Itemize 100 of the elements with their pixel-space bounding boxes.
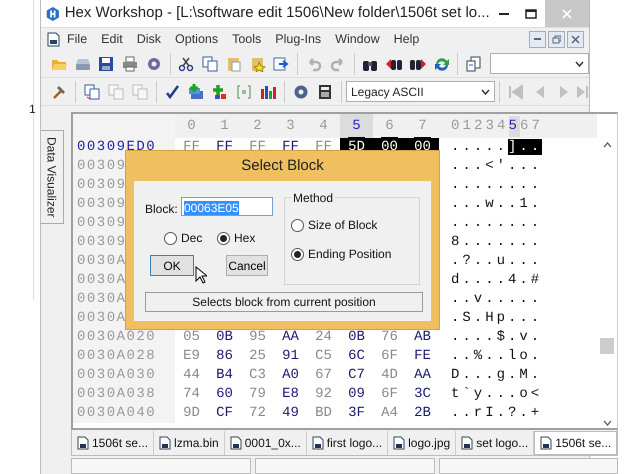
hex-byte: E9: [183, 347, 200, 366]
file-tab[interactable]: logo.jpg: [388, 430, 456, 454]
column-header: 0: [186, 116, 197, 136]
ascii-text: D...g.M.: [451, 367, 542, 383]
clipboard-icon: [466, 56, 482, 72]
hex-byte: 95: [249, 328, 266, 347]
offset-label: 00309: [77, 233, 127, 252]
menu-item[interactable]: Tools: [225, 30, 268, 48]
dropdown-icon: [481, 88, 490, 94]
hex-byte: 72: [249, 404, 266, 423]
hex-byte: 3F: [348, 404, 365, 423]
file-tab[interactable]: 1506t se...: [72, 430, 154, 454]
hex-byte: C3: [249, 366, 266, 385]
offset-label: 0030A040: [77, 404, 156, 423]
column-header: 6: [384, 116, 395, 136]
hex-byte: 86: [216, 347, 233, 366]
offset-label: 00309: [77, 176, 127, 195]
hex-byte: 0B: [348, 328, 365, 347]
cut-icon: [178, 56, 194, 72]
menu-item[interactable]: Edit: [94, 30, 130, 48]
hex-byte: 05: [183, 328, 200, 347]
column-header: 5: [508, 116, 520, 136]
hex-byte: 92: [315, 385, 332, 404]
hex-byte: C5: [315, 347, 332, 366]
ascii-text: ..rI.?.+: [451, 405, 542, 421]
offset-label: 0030A030: [77, 366, 156, 385]
offset-label: 0030A: [77, 271, 127, 290]
status-text: Selects block from current position: [145, 292, 423, 312]
ascii-text: .....: [451, 139, 508, 155]
app-logo-icon: [45, 4, 61, 22]
column-header: 1: [462, 116, 472, 136]
column-header: 4: [318, 116, 329, 136]
column-header: 6: [520, 116, 530, 136]
offset-label: 0030A: [77, 309, 127, 328]
offset-label: 00309: [77, 195, 127, 214]
hex-byte: AB: [414, 328, 431, 347]
hex-byte: FF: [249, 138, 266, 157]
file-tab[interactable]: lzma.bin: [154, 430, 225, 454]
ascii-text: ...<'...: [451, 158, 542, 174]
file-icon: [312, 436, 324, 450]
file-tab[interactable]: 0001_0x...: [224, 430, 307, 454]
hex-byte: 91: [282, 347, 299, 366]
offset-label: 0030A020: [77, 328, 156, 347]
file-icon: [159, 436, 172, 450]
hex-byte: FF: [315, 138, 332, 157]
hex-byte: FF: [183, 138, 200, 157]
hex-byte: AA: [282, 328, 299, 347]
document-icon: [47, 32, 60, 46]
offset-label: 0030A: [77, 252, 127, 271]
export-icon: [273, 56, 290, 72]
scroll-up-icon: [602, 142, 612, 148]
paste-icon: [226, 56, 242, 72]
offset-label: 00309ED0: [77, 138, 156, 157]
hex-byte: 6F: [381, 385, 398, 404]
hex-byte: C7: [348, 366, 365, 385]
hex-byte: 76: [381, 328, 398, 347]
radio-option[interactable]: Hex: [217, 229, 256, 247]
hammer-icon: [50, 84, 67, 100]
menu-item[interactable]: File: [60, 30, 94, 48]
plus-stack-icon: [188, 84, 204, 100]
menu-item[interactable]: Disk: [130, 30, 168, 48]
offset-label: 0030A: [77, 290, 127, 309]
encoding-select[interactable]: Legacy ASCII: [346, 81, 496, 102]
column-header: 7: [532, 116, 541, 136]
radio-option[interactable]: Size of Block: [291, 216, 378, 234]
background-text: 1: [29, 101, 36, 118]
plus-blocks-icon: [212, 84, 228, 100]
bar-chart-icon: [260, 84, 276, 100]
ascii-text: ....$.v.: [451, 329, 542, 345]
hex-byte: 9D: [183, 404, 200, 423]
scrollbar-thumb[interactable]: [600, 338, 614, 354]
menu-item[interactable]: Plug-Ins: [268, 30, 328, 48]
hex-byte: 60: [216, 385, 233, 404]
ascii-text: .?..u...: [451, 253, 542, 269]
radio-option[interactable]: Dec: [164, 229, 202, 247]
hex-byte: BD: [315, 404, 332, 423]
close-icon: [562, 8, 572, 18]
hex-byte: FE: [414, 347, 431, 366]
file-tab[interactable]: 1506t se...: [534, 430, 618, 454]
side-tab[interactable]: Data Visualizer: [40, 130, 64, 224]
ok-button[interactable]: OK: [150, 255, 194, 276]
hex-byte: 0B: [216, 328, 233, 347]
menu-item[interactable]: Help: [386, 30, 426, 48]
file-icon: [461, 436, 474, 450]
menu-item[interactable]: Window: [328, 30, 387, 48]
mdi-restore-button[interactable]: [548, 30, 565, 48]
mdi-minimize-button[interactable]: [529, 30, 546, 48]
close-icon: [571, 34, 580, 44]
column-header: 0: [451, 116, 460, 136]
file-tab[interactable]: first logo...: [306, 430, 388, 454]
menu-item[interactable]: Options: [168, 30, 226, 48]
mdi-close-button[interactable]: [567, 30, 584, 48]
first-icon: [508, 84, 524, 100]
cancel-button[interactable]: Cancel: [226, 255, 268, 276]
file-icon: [540, 436, 552, 450]
dropdown-icon: [575, 60, 584, 66]
hex-byte: 2B: [414, 404, 431, 423]
minimize-icon: [498, 12, 509, 14]
radio-option[interactable]: Ending Position: [291, 245, 392, 263]
file-icon: [77, 436, 89, 450]
